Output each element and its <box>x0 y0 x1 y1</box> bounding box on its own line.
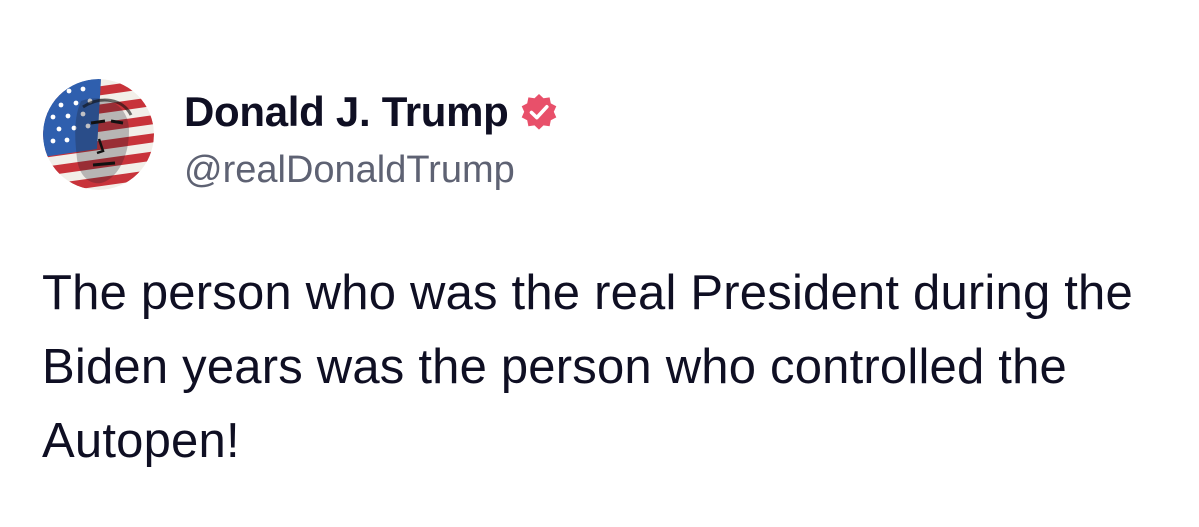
handle[interactable]: @realDonaldTrump <box>184 151 559 189</box>
verified-badge-icon <box>521 93 556 130</box>
author-names: Donald J. Trump @realDonaldTrump <box>184 81 559 189</box>
display-name[interactable]: Donald J. Trump <box>184 90 509 133</box>
post-header: Donald J. Trump @realDonaldTrump <box>43 79 559 190</box>
avatar[interactable] <box>43 79 154 190</box>
post-card: Donald J. Trump @realDonaldTrump The per… <box>0 0 1199 527</box>
flag-portrait-icon <box>43 79 154 190</box>
post-body-text: The person who was the real President du… <box>42 266 1133 468</box>
name-row: Donald J. Trump <box>184 81 559 143</box>
